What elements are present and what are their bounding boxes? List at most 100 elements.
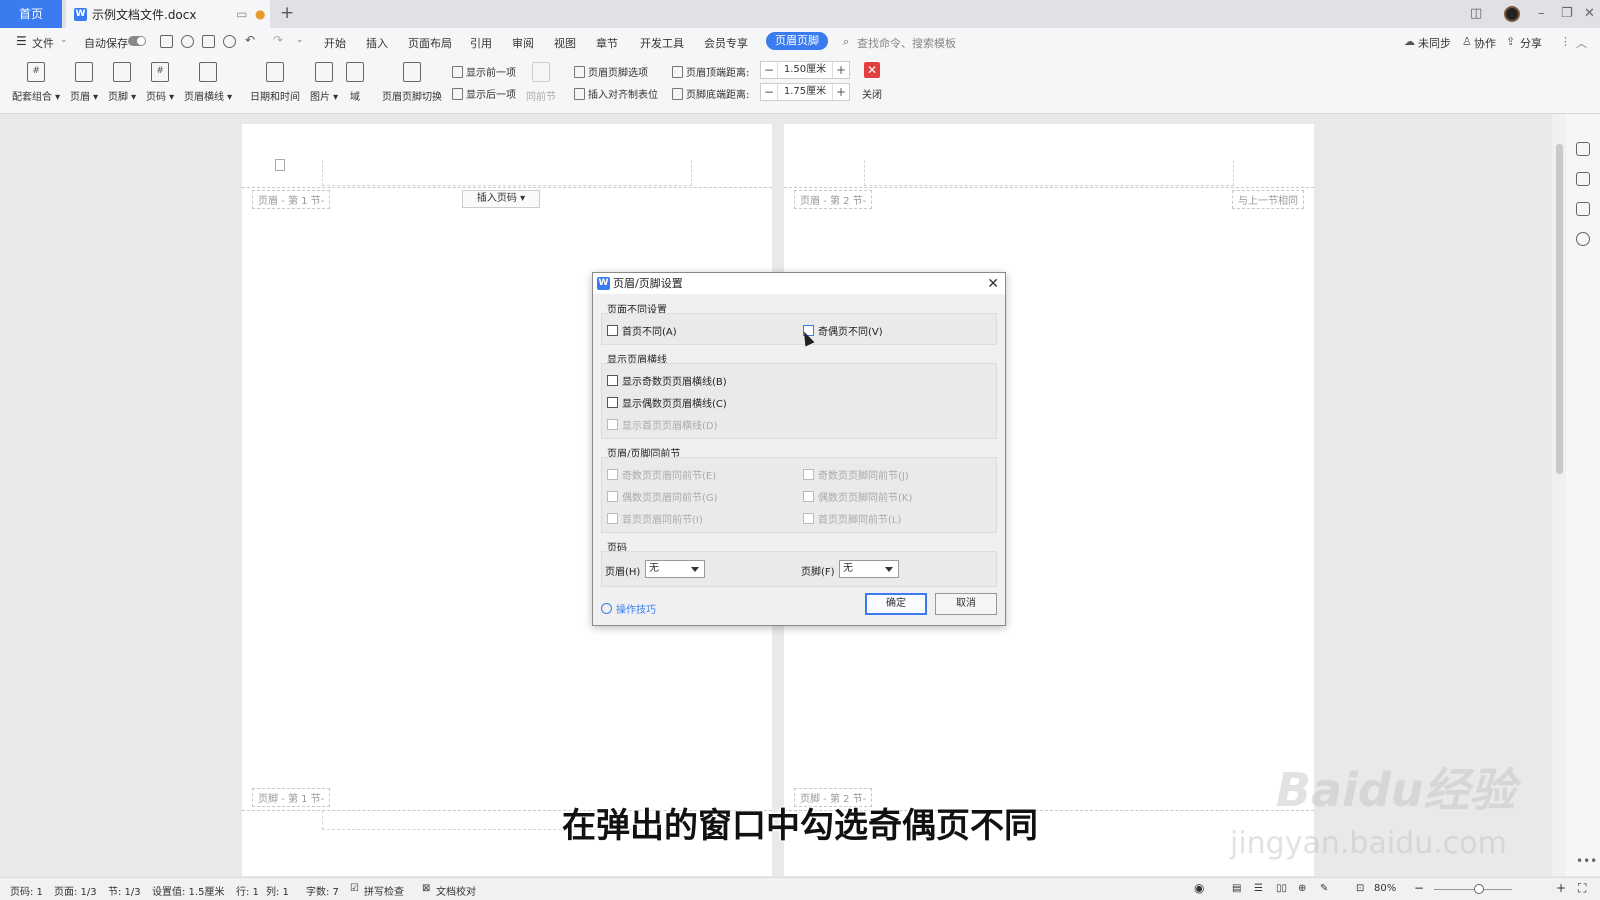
- footer-bottom-distance-stepper[interactable]: −1.75厘米 +: [760, 83, 850, 101]
- footer-bottom-distance-value[interactable]: 1.75厘米: [777, 84, 833, 100]
- datetime-button[interactable]: 日期和时间: [250, 60, 300, 103]
- print-preview-icon[interactable]: [223, 35, 236, 48]
- adjust-sliders-icon[interactable]: [1576, 202, 1590, 216]
- insert-page-number-button[interactable]: 插入页码 ▾: [462, 190, 540, 208]
- increment-icon[interactable]: +: [833, 63, 849, 77]
- close-hf-icon[interactable]: ✕: [864, 62, 880, 78]
- first-page-diff-checkbox[interactable]: 首页不同(A): [607, 323, 677, 338]
- header-area[interactable]: [322, 160, 692, 186]
- zoom-slider-track[interactable]: [1434, 889, 1512, 890]
- menu-view[interactable]: 视图: [554, 35, 576, 51]
- hf-options-button[interactable]: 页眉页脚选项: [574, 64, 648, 79]
- zoom-in-icon[interactable]: +: [1556, 881, 1566, 895]
- collab-button[interactable]: 协作: [1474, 35, 1496, 51]
- print-icon[interactable]: [202, 35, 215, 48]
- command-search[interactable]: 查找命令、搜索模板: [857, 35, 956, 51]
- fullscreen-icon[interactable]: ⛶: [1578, 881, 1586, 896]
- hf-switch-button[interactable]: 页眉页脚切换: [382, 60, 442, 103]
- spell-check-button[interactable]: 拼写检查: [364, 883, 404, 898]
- help-icon[interactable]: [1576, 232, 1590, 246]
- menu-review[interactable]: 审阅: [512, 35, 534, 51]
- header-page-number-select[interactable]: 无: [645, 560, 705, 578]
- new-tab-plus-icon[interactable]: +: [280, 0, 294, 28]
- status-section[interactable]: 节: 1/3: [108, 883, 141, 898]
- zoom-level[interactable]: 80%: [1374, 883, 1396, 894]
- footer-page-number-select[interactable]: 无: [839, 560, 899, 578]
- ok-button[interactable]: 确定: [865, 593, 927, 615]
- menu-start[interactable]: 开始: [324, 35, 346, 51]
- field-button[interactable]: 域: [346, 60, 364, 103]
- restore-icon[interactable]: ❐: [1561, 0, 1573, 28]
- header-button[interactable]: 页眉 ▾: [70, 60, 98, 103]
- menu-developer[interactable]: 开发工具: [640, 35, 684, 51]
- insert-align-tab-button[interactable]: 插入对齐制表位: [574, 86, 658, 101]
- dropdown-arrow-icon[interactable]: [691, 567, 699, 572]
- dialog-close-icon[interactable]: ✕: [987, 274, 999, 295]
- dialog-titlebar[interactable]: W 页眉/页脚设置 ✕: [593, 273, 1005, 294]
- menu-references[interactable]: 引用: [470, 35, 492, 51]
- spell-check-icon[interactable]: ☑: [350, 883, 359, 894]
- menu-header-footer[interactable]: 页眉页脚: [766, 32, 828, 50]
- combo-button[interactable]: # 配套组合 ▾: [12, 60, 60, 103]
- pen-view-icon[interactable]: ✎: [1320, 883, 1328, 894]
- same-prev-button[interactable]: 同前节: [526, 60, 556, 103]
- header-line-button[interactable]: 页眉横线 ▾: [184, 60, 232, 103]
- footer-button[interactable]: 页脚 ▾: [108, 60, 136, 103]
- decrement-icon[interactable]: −: [761, 63, 777, 77]
- autosave-toggle[interactable]: [128, 36, 146, 46]
- cancel-button[interactable]: 取消: [935, 593, 997, 615]
- show-next-button[interactable]: 显示后一项: [452, 86, 516, 101]
- status-page-code[interactable]: 页码: 1: [10, 883, 43, 898]
- more-dots-icon[interactable]: •••: [1576, 854, 1597, 868]
- hamburger-icon[interactable]: ☰: [16, 34, 27, 48]
- menu-file[interactable]: 文件: [32, 35, 54, 51]
- checkbox-box[interactable]: [607, 397, 618, 408]
- vertical-scrollbar[interactable]: [1552, 114, 1566, 876]
- reading-view-icon[interactable]: ▯▯: [1276, 883, 1287, 894]
- redo-icon[interactable]: ↷: [273, 33, 283, 47]
- header-top-distance-value[interactable]: 1.50厘米: [777, 62, 833, 78]
- menu-chapter[interactable]: 章节: [596, 35, 618, 51]
- menu-insert[interactable]: 插入: [366, 35, 388, 51]
- tips-link[interactable]: 操作技巧: [601, 601, 656, 616]
- file-chevron-down-icon[interactable]: ⌄: [60, 35, 68, 45]
- fit-page-icon[interactable]: ⊡: [1356, 883, 1364, 894]
- even-header-line-checkbox[interactable]: 显示偶数页页眉横线(C): [607, 395, 727, 410]
- status-words[interactable]: 字数: 7: [306, 883, 339, 898]
- edit-pen-icon[interactable]: [1576, 142, 1590, 156]
- paragraph-handle-icon[interactable]: [275, 159, 285, 171]
- page-number-button[interactable]: # 页码 ▾: [146, 60, 174, 103]
- tab-device-icon[interactable]: ▭: [236, 0, 247, 28]
- export-icon[interactable]: [181, 35, 194, 48]
- menu-page-layout[interactable]: 页面布局: [408, 35, 452, 51]
- checkbox-box[interactable]: [607, 375, 618, 386]
- odd-even-diff-checkbox[interactable]: 奇偶页不同(V): [803, 323, 883, 338]
- minimize-icon[interactable]: –: [1538, 0, 1545, 28]
- avatar[interactable]: [1504, 6, 1520, 22]
- dropdown-arrow-icon[interactable]: [885, 567, 893, 572]
- eye-protect-icon[interactable]: ◉: [1194, 881, 1204, 895]
- collapse-ribbon-icon[interactable]: ︿: [1576, 35, 1587, 51]
- outline-view-icon[interactable]: ☰: [1254, 883, 1263, 894]
- status-pages[interactable]: 页面: 1/3: [54, 883, 97, 898]
- window-close-icon[interactable]: ✕: [1584, 0, 1595, 28]
- show-prev-button[interactable]: 显示前一项: [452, 64, 516, 79]
- increment-icon[interactable]: +: [833, 85, 849, 99]
- quick-access-chevron-icon[interactable]: ⌄: [296, 35, 304, 45]
- scrollbar-thumb[interactable]: [1556, 144, 1563, 474]
- decrement-icon[interactable]: −: [761, 85, 777, 99]
- zoom-slider-thumb[interactable]: [1474, 884, 1484, 894]
- proofread-button[interactable]: 文档校对: [436, 883, 476, 898]
- checkbox-box[interactable]: [607, 325, 618, 336]
- picture-button[interactable]: 图片 ▾: [310, 60, 338, 103]
- status-setting[interactable]: 设置值: 1.5厘米: [152, 883, 224, 898]
- unsync-status[interactable]: 未同步: [1418, 35, 1451, 51]
- search-icon[interactable]: ⌕: [843, 35, 849, 49]
- zoom-out-icon[interactable]: −: [1414, 881, 1424, 895]
- menu-member[interactable]: 会员专享: [704, 35, 748, 51]
- more-options-icon[interactable]: ⋮: [1560, 35, 1571, 48]
- status-row[interactable]: 行: 1: [236, 883, 259, 898]
- tab-home[interactable]: 首页: [0, 0, 62, 28]
- undo-icon[interactable]: ↶: [245, 33, 255, 47]
- header-top-distance-stepper[interactable]: −1.50厘米 +: [760, 61, 850, 79]
